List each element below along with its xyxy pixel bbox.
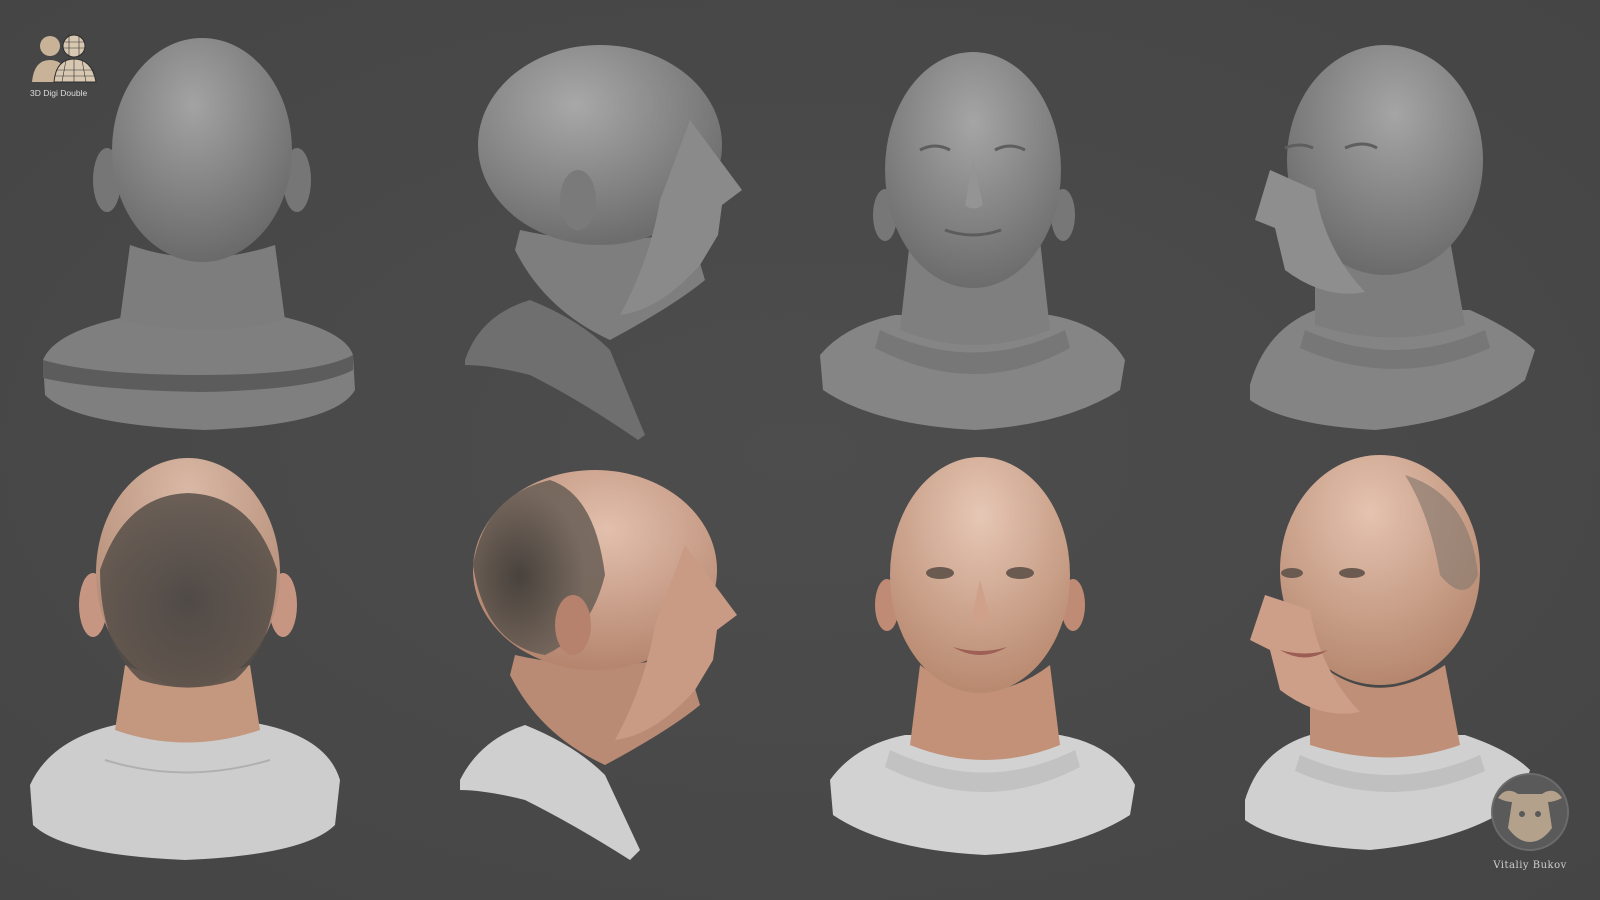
clay-head-three-quarter-view [1250,45,1535,430]
clay-head-front-view [820,52,1125,430]
textured-head-front-view [830,457,1135,855]
canvas: 3D Digi Double Vitaliy Bukov [0,0,1600,900]
artist-watermark-text: Vitaliy Bukov [1493,860,1567,871]
textured-head-side-view [460,470,737,860]
clay-head-back-view [43,38,355,430]
textured-head-back-view [30,458,340,860]
clay-head-side-view [465,45,742,440]
artist-watermark: Vitaliy Bukov [1480,768,1580,888]
bull-logo-icon [1491,773,1569,851]
